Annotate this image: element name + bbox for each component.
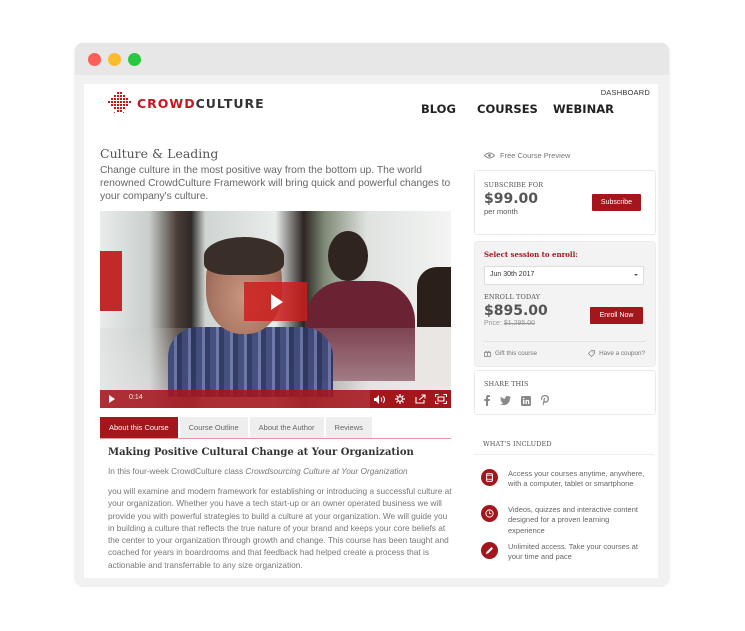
dashboard-link[interactable]: DASHBOARD — [601, 88, 650, 97]
about-heading: Making Positive Cultural Change at Your … — [108, 447, 414, 458]
video-play-overlay-button[interactable] — [244, 282, 307, 321]
original-price: Price: $1,295.00 — [484, 320, 535, 327]
nav-webinar[interactable]: WEBINAR — [553, 102, 614, 116]
subscribe-card: SUBSCRIBE FOR $99.00 per month Subscribe — [474, 170, 656, 235]
subscribe-period: per month — [484, 207, 518, 216]
web-page: CROWDCULTURE DASHBOARD BLOG COURSES WEBI… — [84, 84, 658, 578]
presenter-shirt — [168, 327, 333, 397]
enroll-now-button[interactable]: Enroll Now — [590, 307, 643, 324]
coupon-link[interactable]: Have a coupon? — [588, 350, 645, 357]
tab-about-the-author[interactable]: About the Author — [249, 417, 324, 438]
browser-window: CROWDCULTURE DASHBOARD BLOG COURSES WEBI… — [75, 43, 669, 585]
included-item: Access your courses anytime, anywhere, w… — [481, 469, 648, 490]
maximize-window-button[interactable] — [128, 53, 141, 66]
free-course-preview-label: Free Course Preview — [500, 151, 571, 160]
share-icons — [484, 395, 549, 406]
coupon-label: Have a coupon? — [599, 350, 645, 357]
video-control-bar: 0:14 — [100, 390, 451, 408]
logo-text-culture: CULTURE — [195, 95, 265, 111]
gift-icon — [484, 350, 491, 357]
title-bar — [75, 43, 669, 75]
enroll-price: $895.00 — [484, 303, 548, 319]
twitter-icon[interactable] — [500, 396, 511, 405]
divider — [474, 454, 654, 455]
session-select-value: Jun 30th 2017 — [490, 271, 535, 278]
about-intro: In this four-week CrowdCulture class Cro… — [108, 466, 408, 476]
about-intro-text: In this four-week CrowdCulture class — [108, 466, 246, 476]
gift-course-link[interactable]: Gift this course — [484, 350, 537, 357]
pencil-icon — [481, 542, 498, 559]
logo-text: CROWDCULTURE — [137, 96, 265, 111]
included-item-text: Access your courses anytime, anywhere, w… — [508, 469, 645, 489]
select-session-label: Select session to enroll: — [484, 250, 578, 259]
subscribe-price: $99.00 — [484, 191, 539, 207]
course-description: Change culture in the most positive way … — [100, 165, 451, 202]
pinterest-icon[interactable] — [541, 395, 549, 406]
free-course-preview-link[interactable]: Free Course Preview — [484, 151, 570, 160]
video-scene-person — [100, 251, 122, 311]
whats-included-caption: WHAT'S INCLUDED — [483, 440, 552, 448]
play-icon — [271, 293, 283, 310]
session-select[interactable]: Jun 30th 2017 — [484, 266, 644, 285]
video-control-icons — [370, 390, 451, 408]
tab-divider — [100, 438, 451, 439]
subscribe-button[interactable]: Subscribe — [592, 194, 641, 211]
share-card: SHARE THIS — [474, 370, 656, 415]
video-player[interactable]: 0:14 — [100, 211, 451, 408]
settings-gear-icon[interactable] — [393, 393, 407, 405]
divider — [484, 341, 646, 342]
share-icon[interactable] — [414, 393, 428, 405]
included-item: Videos, quizzes and interactive content … — [481, 505, 648, 536]
minimize-window-button[interactable] — [108, 53, 121, 66]
linkedin-icon[interactable] — [521, 395, 531, 406]
logo[interactable]: CROWDCULTURE — [106, 91, 265, 115]
presenter-hair — [204, 237, 284, 275]
original-price-value: $1,295.00 — [503, 320, 535, 327]
tag-icon — [588, 350, 596, 357]
logo-text-crowd: CROWD — [137, 95, 196, 111]
logo-mark-icon — [108, 92, 131, 113]
enroll-card: Select session to enroll: Jun 30th 2017 … — [474, 241, 656, 367]
video-time: 0:14 — [129, 394, 143, 401]
tab-course-outline[interactable]: Course Outline — [179, 417, 248, 438]
course-title: Culture & Leading — [100, 146, 219, 161]
eye-icon — [484, 152, 495, 159]
about-intro-course-name: Crowdsourcing Culture at Your Organizati… — [245, 466, 408, 476]
chevron-down-icon — [634, 274, 638, 276]
included-item-text: Unlimited access. Take your courses at y… — [508, 542, 638, 562]
included-item: Unlimited access. Take your courses at y… — [481, 542, 648, 563]
video-scene-person — [417, 267, 451, 387]
close-window-button[interactable] — [88, 53, 101, 66]
facebook-icon[interactable] — [484, 395, 490, 406]
play-icon[interactable] — [109, 395, 115, 403]
tab-about-this-course[interactable]: About this Course — [100, 417, 178, 438]
enroll-caption: ENROLL TODAY — [484, 293, 541, 301]
nav-blog[interactable]: BLOG — [421, 102, 456, 116]
subscribe-caption: SUBSCRIBE FOR — [484, 181, 544, 189]
included-item-text: Videos, quizzes and interactive content … — [508, 505, 638, 535]
tab-reviews[interactable]: Reviews — [325, 417, 372, 438]
video-scene-person — [328, 231, 368, 281]
volume-icon[interactable] — [373, 393, 387, 405]
about-body: you will examine and modern framework fo… — [108, 486, 452, 570]
fullscreen-icon[interactable] — [434, 393, 448, 405]
nav-courses[interactable]: COURSES — [477, 102, 538, 116]
original-price-label: Price: — [484, 320, 504, 327]
mobile-icon — [481, 469, 498, 486]
course-tabs: About this Course Course Outline About t… — [100, 417, 374, 438]
gift-course-label: Gift this course — [495, 350, 537, 357]
share-caption: SHARE THIS — [484, 380, 529, 388]
clock-icon — [481, 505, 498, 522]
